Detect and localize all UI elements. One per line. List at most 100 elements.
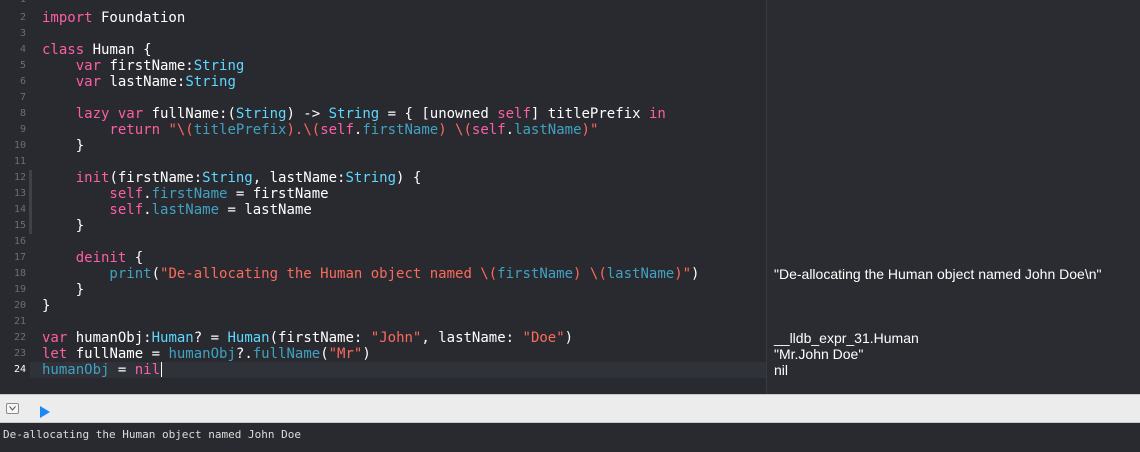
code-text: ) <box>564 330 574 346</box>
keyword: in <box>648 106 666 122</box>
line-number: 15 <box>13 220 26 231</box>
string-literal: )" <box>674 266 692 282</box>
code-line-14[interactable]: self.lastName = lastName <box>42 202 311 218</box>
code-line-20[interactable]: } <box>42 298 50 314</box>
function-name: print <box>42 266 152 282</box>
code-text: } <box>42 218 85 234</box>
console-output-area[interactable]: De-allocating the Human object named Joh… <box>0 423 1140 452</box>
line-number: 2 <box>19 12 26 23</box>
keyword: var <box>42 330 68 346</box>
result-line-24[interactable]: nil <box>774 362 788 378</box>
string-literal: "John" <box>370 330 422 346</box>
string-literal: "\( <box>168 122 194 138</box>
code-line-10[interactable]: } <box>42 138 84 154</box>
keyword: self <box>320 122 354 138</box>
code-text: = <box>109 362 135 378</box>
code-text: . <box>505 122 515 138</box>
code-text: ) { <box>396 170 422 186</box>
keyword: class <box>42 42 85 58</box>
line-number: 20 <box>13 300 26 311</box>
type-name: String <box>193 58 245 74</box>
identifier: humanObj <box>42 362 110 378</box>
code-text: , lastName: <box>252 170 346 186</box>
code-line-9[interactable]: return "\(titlePrefix).\(self.firstName)… <box>42 122 598 138</box>
code-text: humanObj: <box>67 330 152 346</box>
code-line-12[interactable]: init(firstName:String, lastName:String) … <box>42 170 422 186</box>
line-number: 13 <box>13 188 26 199</box>
identifier: firstName <box>497 266 574 282</box>
code-text: } <box>42 282 85 298</box>
result-line-18[interactable]: "De-allocating the Human object named Jo… <box>774 266 1101 282</box>
keyword: init <box>42 170 110 186</box>
code-text: lastName: <box>101 74 186 90</box>
keyword: return <box>42 122 161 138</box>
type-name: Human <box>151 330 194 346</box>
string-literal: ) \( <box>573 266 607 282</box>
line-number-gutter: 1 2 3 4 5 6 7 8 9 10 11 12 13 14 15 16 1… <box>0 0 30 394</box>
line-number: 23 <box>13 348 26 359</box>
results-sidebar: "De-allocating the Human object named Jo… <box>766 0 1140 394</box>
chevron-down-icon <box>9 406 16 411</box>
keyword: lazy var <box>42 106 144 122</box>
code-line-22[interactable]: var humanObj:Human? = Human(firstName: "… <box>42 330 573 346</box>
identifier: firstName <box>151 186 228 202</box>
code-text: Human { <box>84 42 152 58</box>
code-text: ) <box>362 346 371 362</box>
code-line-13[interactable]: self.firstName = firstName <box>42 186 329 202</box>
type-name: Human <box>227 330 270 346</box>
identifier: lastName <box>606 266 675 282</box>
line-number: 19 <box>13 284 26 295</box>
code-line-15[interactable]: } <box>42 218 84 234</box>
identifier: fullName <box>252 346 321 362</box>
line-number: 21 <box>13 316 26 327</box>
code-text: (firstName: <box>269 330 371 346</box>
keyword: self <box>471 122 506 138</box>
identifier: lastName <box>151 202 220 218</box>
text-cursor <box>161 362 163 377</box>
string-literal: ).\( <box>286 122 321 138</box>
line-number: 14 <box>13 204 26 215</box>
result-line-23[interactable]: "Mr.John Doe" <box>774 346 863 362</box>
code-text: = { [unowned <box>379 106 498 122</box>
keyword: self <box>42 202 144 218</box>
code-text: , lastName: <box>421 330 523 346</box>
line-number: 4 <box>19 44 26 55</box>
keyword: deinit <box>42 250 127 266</box>
line-number: 18 <box>13 268 26 279</box>
type-name: String <box>328 106 380 122</box>
keyword: var <box>42 58 102 74</box>
keyword: self <box>497 106 531 122</box>
code-text: = firstName <box>227 186 329 202</box>
line-number: 8 <box>19 108 26 119</box>
code-line-4[interactable]: class Human { <box>42 42 152 58</box>
code-text: ( <box>151 266 161 282</box>
code-line-19[interactable]: } <box>42 282 84 298</box>
code-line-17[interactable]: deinit { <box>42 250 143 266</box>
code-text: (firstName: <box>109 170 203 186</box>
line-number: 7 <box>19 92 26 103</box>
code-line-24[interactable]: humanObj = nil <box>42 362 163 378</box>
playground-window: 1 2 3 4 5 6 7 8 9 10 11 12 13 14 15 16 1… <box>0 0 1140 452</box>
code-text: ? = <box>193 330 228 346</box>
debug-area-toggle-icon[interactable] <box>6 403 19 414</box>
line-number: 16 <box>13 236 26 247</box>
line-number: 22 <box>13 332 26 343</box>
keyword: self <box>42 186 144 202</box>
code-line-23[interactable]: let fullName = humanObj?.fullName("Mr") <box>42 346 371 362</box>
code-line-6[interactable]: var lastName:String <box>42 74 236 90</box>
identifier: lastName <box>514 122 582 138</box>
code-line-8[interactable]: lazy var fullName:(String) -> String = {… <box>42 106 666 122</box>
code-line-18[interactable]: print("De-allocating the Human object na… <box>42 266 699 282</box>
keyword: nil <box>134 362 161 378</box>
code-fold-ribbon[interactable] <box>29 170 32 234</box>
code-line-5[interactable]: var firstName:String <box>42 58 245 74</box>
code-line-2[interactable]: import Foundation <box>42 10 185 26</box>
type-name: String <box>185 74 236 90</box>
code-text: fullName = <box>67 346 169 362</box>
code-text: } <box>42 298 51 314</box>
keyword: var <box>42 74 102 90</box>
identifier: titlePrefix <box>193 122 287 138</box>
run-playground-button[interactable] <box>39 403 51 418</box>
keyword: import <box>42 10 93 26</box>
result-line-22[interactable]: __lldb_expr_31.Human <box>774 330 919 346</box>
